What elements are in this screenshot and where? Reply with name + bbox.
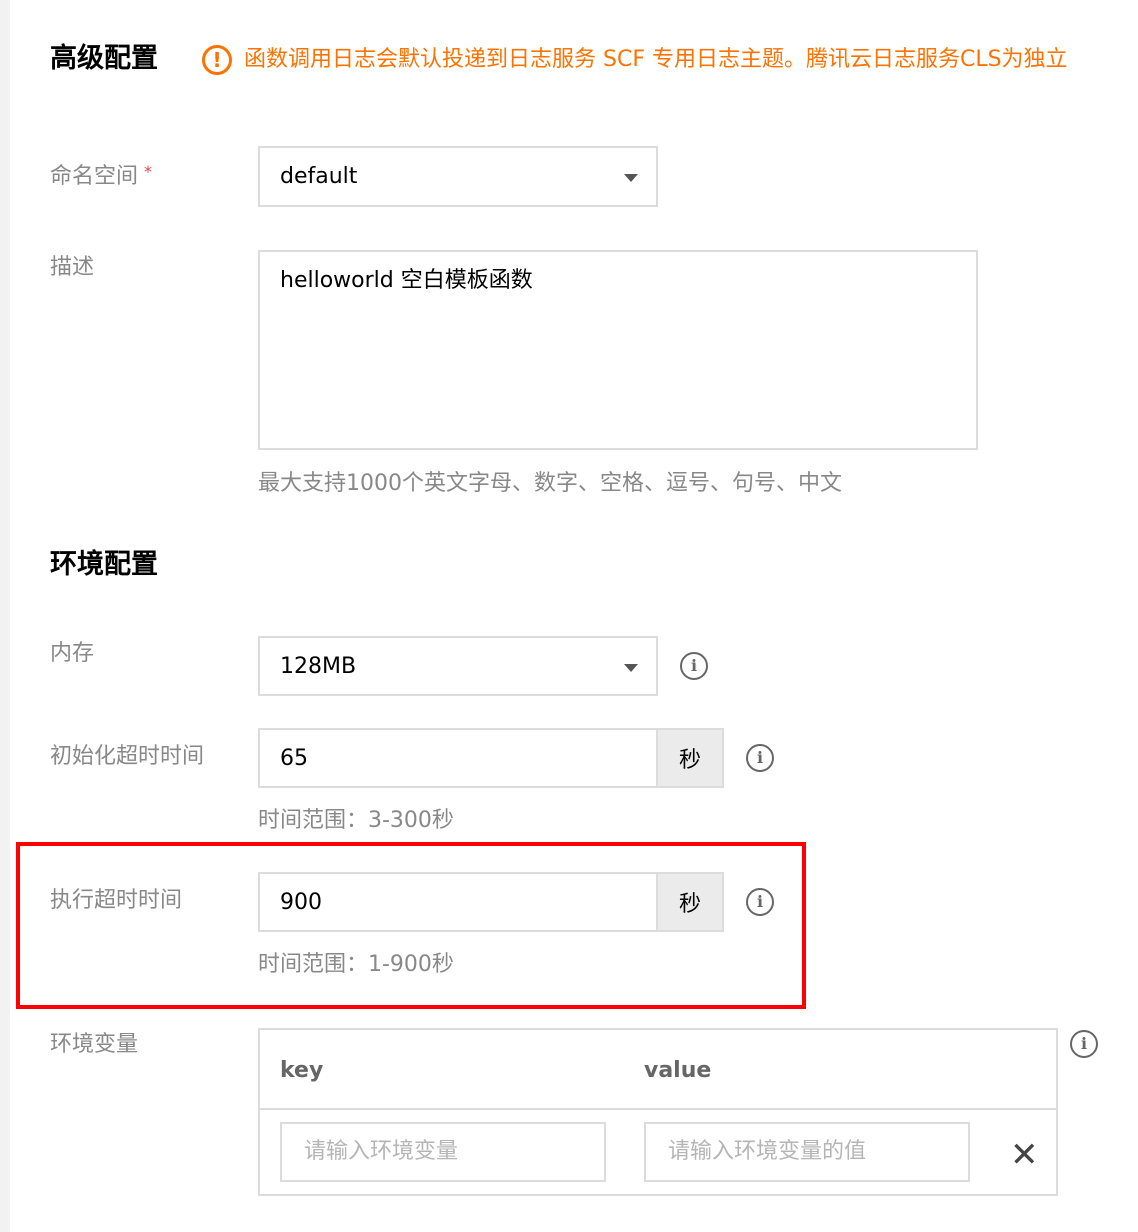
caret-down-icon — [624, 664, 638, 672]
left-edge-strip — [0, 0, 10, 1232]
env-vars-col-key: key — [280, 1058, 324, 1083]
env-vars-divider — [260, 1108, 1056, 1110]
namespace-select[interactable]: default — [258, 146, 658, 207]
env-value-placeholder: 请输入环境变量的值 — [668, 1139, 867, 1164]
init-timeout-hint: 时间范围：3-300秒 — [258, 808, 454, 833]
required-mark: * — [144, 162, 153, 181]
env-vars-table: key value 请输入环境变量 请输入环境变量的值 ✕ — [258, 1028, 1058, 1196]
memory-select[interactable]: 128MB — [258, 636, 658, 696]
init-timeout-info-icon[interactable]: i — [746, 744, 774, 772]
log-notice: ! 函数调用日志会默认投递到日志服务 SCF 专用日志主题。腾讯云日志服务CLS… — [202, 45, 1068, 75]
caret-down-icon — [624, 174, 638, 182]
exec-timeout-hint: 时间范围：1-900秒 — [258, 952, 454, 977]
description-label: 描述 — [50, 255, 95, 280]
warning-icon: ! — [202, 45, 232, 75]
env-vars-info-icon[interactable]: i — [1070, 1030, 1098, 1058]
namespace-select-value: default — [280, 164, 358, 189]
init-timeout-label: 初始化超时时间 — [50, 744, 205, 769]
description-hint: 最大支持1000个英文字母、数字、空格、逗号、句号、中文 — [258, 471, 842, 496]
namespace-label: 命名空间 * — [50, 164, 152, 188]
exec-timeout-info-icon[interactable]: i — [746, 888, 774, 916]
env-key-placeholder: 请输入环境变量 — [304, 1139, 459, 1164]
description-value: helloworld 空白模板函数 — [280, 268, 533, 293]
env-vars-label: 环境变量 — [50, 1032, 139, 1057]
exec-timeout-unit: 秒 — [656, 874, 722, 930]
init-timeout-unit: 秒 — [656, 730, 722, 786]
memory-select-value: 128MB — [280, 654, 357, 679]
exec-timeout-input[interactable]: 900 — [280, 892, 322, 914]
close-icon[interactable]: ✕ — [1010, 1138, 1039, 1172]
env-vars-col-value: value — [644, 1058, 712, 1083]
namespace-label-text: 命名空间 — [50, 164, 139, 189]
memory-info-icon[interactable]: i — [680, 652, 708, 680]
init-timeout-input-group: 65 秒 — [258, 728, 724, 788]
log-notice-text: 函数调用日志会默认投递到日志服务 SCF 专用日志主题。腾讯云日志服务CLS为独… — [244, 47, 1068, 72]
section-title-environment: 环境配置 — [50, 549, 158, 580]
exec-timeout-label: 执行超时时间 — [50, 888, 183, 913]
memory-label: 内存 — [50, 641, 95, 666]
init-timeout-input[interactable]: 65 — [280, 748, 308, 770]
description-textarea[interactable]: helloworld 空白模板函数 — [258, 250, 978, 450]
env-key-input[interactable]: 请输入环境变量 — [280, 1122, 606, 1182]
env-value-input[interactable]: 请输入环境变量的值 — [644, 1122, 970, 1182]
exec-timeout-input-group: 900 秒 — [258, 872, 724, 932]
section-title-advanced: 高级配置 — [50, 43, 158, 74]
